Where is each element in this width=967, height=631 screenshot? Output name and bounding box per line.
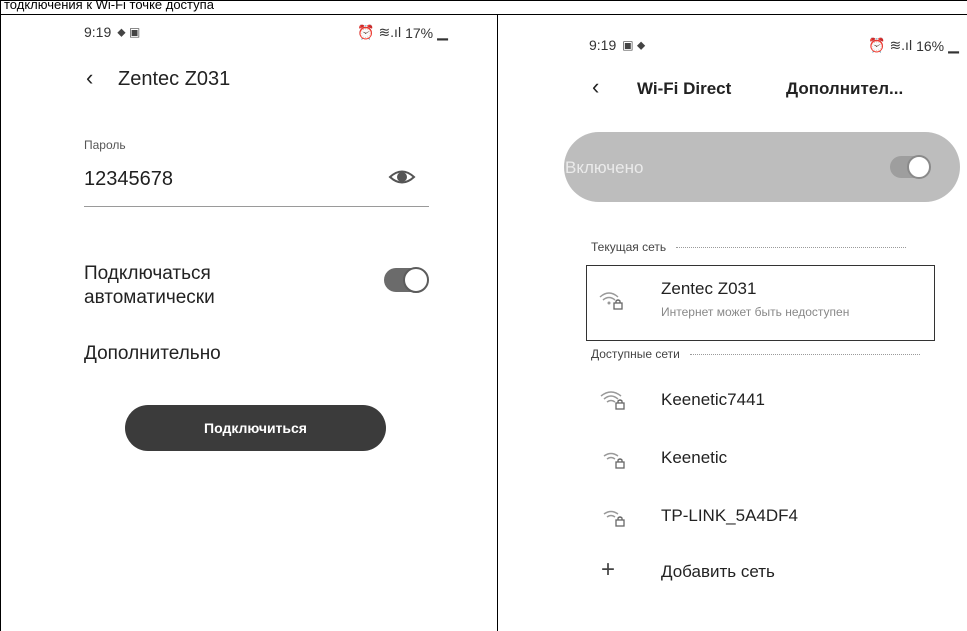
wifi-lock-icon	[600, 391, 625, 410]
eye-icon[interactable]	[388, 166, 416, 188]
page-title[interactable]: Wi-Fi Direct	[637, 79, 731, 99]
signal-icon: ≋.ıl	[378, 24, 402, 40]
current-network-name: Zentec Z031	[661, 279, 757, 298]
alarm-icon: ⏰	[357, 24, 375, 40]
status-icons-right: ⏰ ≋.ıl 16% ▁	[868, 37, 959, 54]
enabled-label: Включено	[565, 158, 644, 177]
connect-button[interactable]: Подключиться	[125, 405, 386, 451]
back-chevron-icon[interactable]: ‹	[592, 74, 599, 100]
battery-icon: ▁	[948, 37, 959, 53]
table-column-border	[497, 14, 498, 631]
more-tab[interactable]: Дополнител...	[786, 79, 903, 99]
section-title: Текущая сеть	[591, 240, 667, 254]
toggle-knob	[403, 267, 429, 293]
wifi-lock-icon	[599, 292, 623, 310]
page-title: Zentec Z031	[118, 68, 231, 90]
toggle-knob	[907, 155, 931, 179]
network-item[interactable]: TP-LINK_5A4DF4	[661, 506, 798, 526]
network-item[interactable]: Keenetic7441	[661, 390, 765, 410]
header-fragment: тодключения к Wi-Fi точке доступа	[4, 0, 214, 12]
notification-icon: ⬥ ▣	[117, 24, 141, 39]
current-network-card[interactable]	[586, 265, 935, 341]
plus-icon[interactable]: +	[601, 556, 615, 584]
table-row-border	[0, 14, 967, 15]
wifi-lock-icon	[603, 452, 625, 469]
battery-percent: 17%	[405, 24, 434, 41]
status-bar-left: 9:19 ⬥ ▣	[84, 24, 140, 40]
current-network-section: Текущая сеть	[591, 240, 907, 254]
status-bar-right: 9:19 ▣ ⬥	[589, 37, 645, 53]
back-chevron-icon[interactable]: ‹	[86, 65, 93, 91]
advanced-item[interactable]: Дополнительно	[84, 343, 221, 365]
wifi-toggle[interactable]	[890, 155, 931, 179]
current-network-status: Интернет может быть недоступен	[661, 305, 850, 319]
password-underline	[84, 206, 429, 207]
status-time: 9:19	[589, 37, 617, 53]
password-label: Пароль	[84, 138, 126, 152]
network-item[interactable]: Keenetic	[661, 448, 727, 468]
battery-percent: 16%	[916, 37, 945, 54]
available-networks-section: Доступные сети	[591, 347, 920, 361]
battery-icon: ▁	[437, 24, 448, 40]
alarm-icon: ⏰	[868, 37, 886, 53]
section-title: Доступные сети	[591, 347, 680, 361]
auto-connect-label: Подключаться автоматически	[84, 263, 215, 308]
notification-icon: ▣ ⬥	[622, 37, 646, 52]
add-network-button[interactable]: Добавить сеть	[661, 562, 775, 582]
wifi-lock-icon	[603, 510, 625, 527]
section-divider	[676, 246, 907, 248]
password-field[interactable]: 12345678	[84, 168, 173, 191]
signal-icon: ≋.ıl	[889, 37, 913, 53]
status-icons-left: ⏰ ≋.ıl 17% ▁	[357, 24, 448, 41]
auto-connect-toggle[interactable]	[384, 267, 429, 293]
section-divider	[689, 353, 920, 355]
status-time: 9:19	[84, 24, 112, 40]
